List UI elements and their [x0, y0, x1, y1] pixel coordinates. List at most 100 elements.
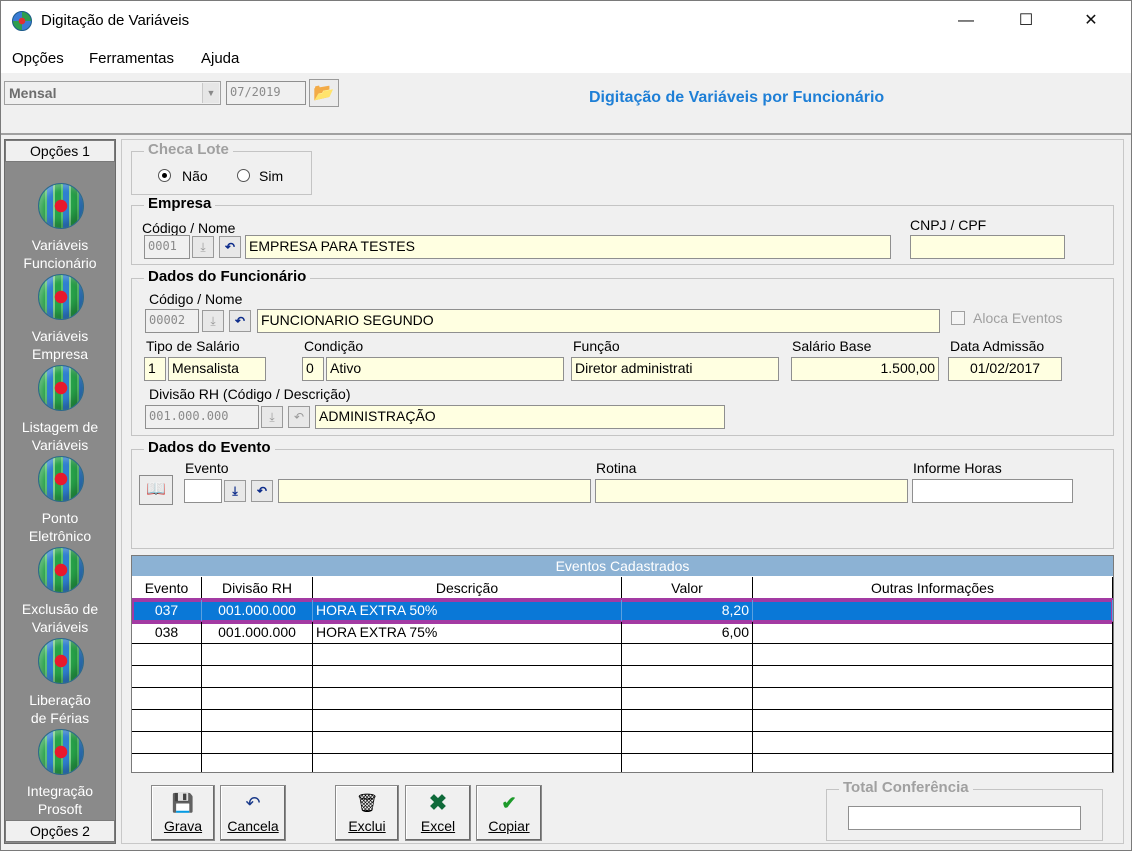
salario-base-value: 1.500,00	[791, 357, 939, 381]
total-conferencia-value	[848, 806, 1081, 830]
book-lookup-button[interactable]: 📖	[139, 475, 173, 505]
sidebar-item-listagem-variaveis[interactable]: Listagem de Variáveis	[5, 418, 115, 454]
open-folder-button[interactable]: 📂	[309, 79, 339, 107]
col-header-outras[interactable]: Outras Informações	[753, 577, 1113, 599]
menu-opcoes[interactable]: Opções	[12, 50, 64, 67]
col-header-evento[interactable]: Evento	[132, 577, 202, 599]
download-arrow-icon[interactable]: ⤓	[202, 310, 224, 332]
condicao-value: Ativo	[326, 357, 564, 381]
undo-icon[interactable]: ↶	[288, 406, 310, 428]
condicao-codigo: 0	[302, 357, 324, 381]
empresa-codigo-input[interactable]: 0001	[144, 235, 190, 259]
sidebar-header-opcoes2[interactable]: Opções 2	[5, 820, 115, 842]
exclui-button[interactable]: 🗑 Exclui	[335, 785, 399, 841]
sidebar-item-label: Variáveis	[31, 619, 89, 635]
empresa-legend: Empresa	[144, 195, 216, 212]
rotina-label: Rotina	[596, 460, 637, 476]
sidebar-item-label: Funcionário	[23, 255, 97, 271]
sidebar-item-integracao-prosoft[interactable]: Integração Prosoft	[5, 782, 115, 818]
funcionario-codigo-input[interactable]: 00002	[145, 309, 199, 333]
data-admissao-value: 01/02/2017	[948, 357, 1062, 381]
col-header-divisao[interactable]: Divisão RH	[202, 577, 313, 599]
minimize-button[interactable]: —	[936, 1, 996, 41]
aloca-eventos-checkbox[interactable]	[951, 311, 965, 325]
liberacao-ferias-icon[interactable]	[38, 638, 84, 684]
menu-ferramentas[interactable]: Ferramentas	[89, 50, 174, 67]
download-arrow-icon[interactable]: ⤓	[224, 480, 246, 502]
cancela-button[interactable]: ↶ Cancela	[220, 785, 286, 841]
salario-base-label: Salário Base	[792, 338, 872, 354]
data-admissao-label: Data Admissão	[950, 338, 1045, 354]
app-globe-icon	[12, 11, 32, 31]
radio-sim[interactable]	[237, 169, 250, 182]
cell-valor: 6,00	[622, 622, 753, 643]
divisao-rh-label: Divisão RH (Código / Descrição)	[149, 386, 351, 402]
sidebar-item-label: Exclusão de	[21, 601, 99, 617]
sidebar-header-opcoes1[interactable]: Opções 1	[5, 140, 115, 162]
download-arrow-icon[interactable]: ⤓	[261, 406, 283, 428]
listagem-variaveis-icon[interactable]	[38, 365, 84, 411]
grava-label: Grava	[163, 818, 203, 834]
informe-horas-input[interactable]	[912, 479, 1073, 503]
exclusao-variaveis-icon[interactable]	[38, 547, 84, 593]
ponto-eletronico-icon[interactable]	[38, 456, 84, 502]
floppy-disk-icon: 💾	[171, 793, 195, 813]
table-row[interactable]: 037 001.000.000 HORA EXTRA 50% 8,20	[132, 598, 1113, 624]
sidebar-item-variaveis-empresa[interactable]: Variáveis Empresa	[5, 327, 115, 363]
integracao-prosoft-icon[interactable]	[38, 729, 84, 775]
tipo-salario-codigo: 1	[144, 357, 166, 381]
table-row[interactable]: 038 001.000.000 HORA EXTRA 75% 6,00	[132, 622, 1113, 644]
toolbar: Mensal ▼ 07/2019 📂	[1, 73, 1131, 135]
variaveis-funcionario-icon[interactable]	[38, 183, 84, 229]
col-header-valor[interactable]: Valor	[622, 577, 753, 599]
table-row-empty[interactable]	[132, 666, 1113, 688]
funcao-label: Função	[573, 338, 620, 354]
sidebar-item-label: Variáveis	[31, 237, 89, 253]
cell-outras	[753, 600, 1113, 621]
download-arrow-icon[interactable]: ⤓	[192, 236, 214, 258]
table-row-empty[interactable]	[132, 710, 1113, 732]
sidebar-item-label: Ponto	[41, 510, 79, 526]
col-header-descricao[interactable]: Descrição	[313, 577, 622, 599]
funcionario-codigo-nome-label: Código / Nome	[149, 291, 243, 307]
period-type-select[interactable]: Mensal ▼	[4, 81, 221, 105]
cancela-label: Cancela	[227, 818, 279, 834]
excel-button[interactable]: ✖ Excel	[405, 785, 471, 841]
chevron-down-icon[interactable]: ▼	[202, 83, 219, 103]
informe-horas-label: Informe Horas	[913, 460, 1002, 476]
funcao-value: Diretor administrati	[571, 357, 779, 381]
evento-input[interactable]	[184, 479, 222, 503]
evento-legend: Dados do Evento	[144, 439, 275, 456]
cell-descricao: HORA EXTRA 50%	[313, 600, 622, 621]
maximize-button[interactable]: ☐	[996, 1, 1056, 41]
sidebar-item-exclusao-variaveis[interactable]: Exclusão de Variáveis	[5, 600, 115, 636]
table-row-empty[interactable]	[132, 732, 1113, 754]
sidebar-item-ponto-eletronico[interactable]: Ponto Eletrônico	[5, 509, 115, 545]
sidebar-item-variaveis-funcionario[interactable]: Variáveis Funcionário	[5, 236, 115, 272]
copiar-button[interactable]: ✔ Copiar	[476, 785, 542, 841]
radio-nao[interactable]	[158, 169, 171, 182]
sidebar-item-liberacao-ferias[interactable]: Liberação de Férias	[5, 691, 115, 727]
undo-icon[interactable]: ↶	[251, 480, 273, 502]
table-row-empty[interactable]	[132, 754, 1113, 772]
menu-ajuda[interactable]: Ajuda	[201, 50, 239, 67]
cell-descricao: HORA EXTRA 75%	[313, 622, 622, 643]
sidebar-item-label: Empresa	[31, 346, 89, 362]
period-input[interactable]: 07/2019	[226, 81, 306, 105]
divisao-rh-codigo-input[interactable]: 001.000.000	[145, 405, 259, 429]
funcionario-nome-input[interactable]: FUNCIONARIO SEGUNDO	[257, 309, 940, 333]
table-row-empty[interactable]	[132, 688, 1113, 710]
evento-descricao-input	[278, 479, 591, 503]
variaveis-empresa-icon[interactable]	[38, 274, 84, 320]
empresa-nome-input[interactable]: EMPRESA PARA TESTES	[245, 235, 891, 259]
eventos-grid: Eventos Cadastrados Evento Divisão RH De…	[131, 555, 1114, 773]
close-button[interactable]: ✕	[1061, 1, 1121, 41]
cnpj-input[interactable]	[910, 235, 1065, 259]
sidebar-item-label: de Férias	[30, 710, 90, 726]
table-row-empty[interactable]	[132, 644, 1113, 666]
undo-icon[interactable]: ↶	[229, 310, 251, 332]
cell-divisao: 001.000.000	[202, 600, 313, 621]
rotina-input	[595, 479, 908, 503]
undo-icon[interactable]: ↶	[219, 236, 241, 258]
grava-button[interactable]: 💾 Grava	[151, 785, 215, 841]
